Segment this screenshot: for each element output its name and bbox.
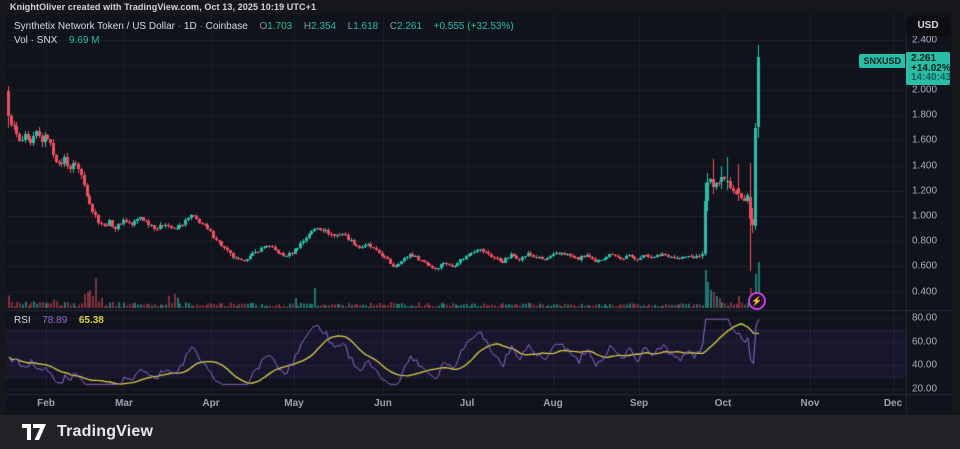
lightning-icon: ⚡ [751, 296, 762, 306]
time-axis-label: Sep [630, 396, 648, 412]
price-axis-label: 0.400 [912, 286, 937, 297]
legend-separator: · [178, 21, 181, 32]
price-axis-label: 1.600 [912, 135, 937, 146]
chart-panel: 2.4002.2002.0001.8001.6001.4001.2001.000… [6, 14, 952, 414]
change-value: +0.555 (+32.53%) [434, 21, 514, 32]
close-label: C [390, 21, 397, 32]
currency-usd-button[interactable]: USD [906, 16, 950, 36]
price-axis-label: 1.800 [912, 110, 937, 121]
price-axis-label: 1.200 [912, 185, 937, 196]
price-axis-label: 2.000 [912, 85, 937, 96]
low-value: 1.618 [353, 21, 378, 32]
badge-countdown: 14:40:43 [911, 73, 950, 83]
last-price-badge[interactable]: 2.261 +14.02% 14:40:43 [906, 52, 950, 85]
brand-bar: TradingView [0, 415, 960, 449]
price-axis-label: 0.600 [912, 261, 937, 272]
time-axis-label: Dec [884, 396, 902, 412]
axis-layer[interactable]: 2.4002.2002.0001.8001.6001.4001.2001.000… [6, 14, 952, 414]
volume-value: 9.69 M [69, 35, 100, 46]
rsi-ma-value: 65.38 [79, 315, 104, 326]
brand-name[interactable]: TradingView [57, 423, 153, 441]
close-value: 2.261 [397, 21, 422, 32]
time-axis-label: Nov [801, 396, 820, 412]
rsi-axis-label: 20.00 [912, 384, 937, 395]
attribution-text: KnightOliver created with TradingView.co… [10, 0, 316, 14]
time-axis-label: Oct [715, 396, 732, 412]
legend-separator: · [199, 21, 202, 32]
interval-label: 1D [184, 21, 197, 32]
time-axis-label: Apr [202, 396, 219, 412]
rsi-axis-label: 80.00 [912, 313, 937, 324]
time-axis-label: May [284, 396, 303, 412]
high-value: 2.354 [311, 21, 336, 32]
price-axis-label: 1.000 [912, 211, 937, 222]
volume-label: Vol · SNX [14, 35, 57, 46]
open-value: 1.703 [267, 21, 292, 32]
rsi-legend-row[interactable]: RSI 78.89 65.38 [14, 315, 104, 326]
rsi-value: 78.89 [42, 315, 67, 326]
volume-legend-row[interactable]: Vol · SNX 9.69 M [14, 35, 100, 46]
exchange-label: Coinbase [206, 21, 248, 32]
time-axis-label: Feb [37, 396, 55, 412]
time-axis-label: Jun [374, 396, 392, 412]
symbol-legend-row[interactable]: Synthetix Network Token / US Dollar · 1D… [14, 21, 514, 32]
symbol-tag[interactable]: SNXUSD [859, 54, 905, 68]
time-axis-label: Jul [460, 396, 474, 412]
high-label: H [304, 21, 311, 32]
rsi-axis-label: 40.00 [912, 360, 937, 371]
time-axis-label: Aug [543, 396, 562, 412]
tradingview-logo-icon[interactable] [22, 422, 48, 442]
time-axis-label: Mar [115, 396, 133, 412]
rsi-axis-label: 60.00 [912, 336, 937, 347]
flash-marker[interactable]: ⚡ [748, 292, 766, 310]
symbol-title: Synthetix Network Token / US Dollar [14, 21, 175, 32]
rsi-label: RSI [14, 315, 31, 326]
tradingview-snapshot: KnightOliver created with TradingView.co… [0, 0, 960, 449]
price-axis-label: 1.400 [912, 160, 937, 171]
price-axis-label: 0.800 [912, 236, 937, 247]
